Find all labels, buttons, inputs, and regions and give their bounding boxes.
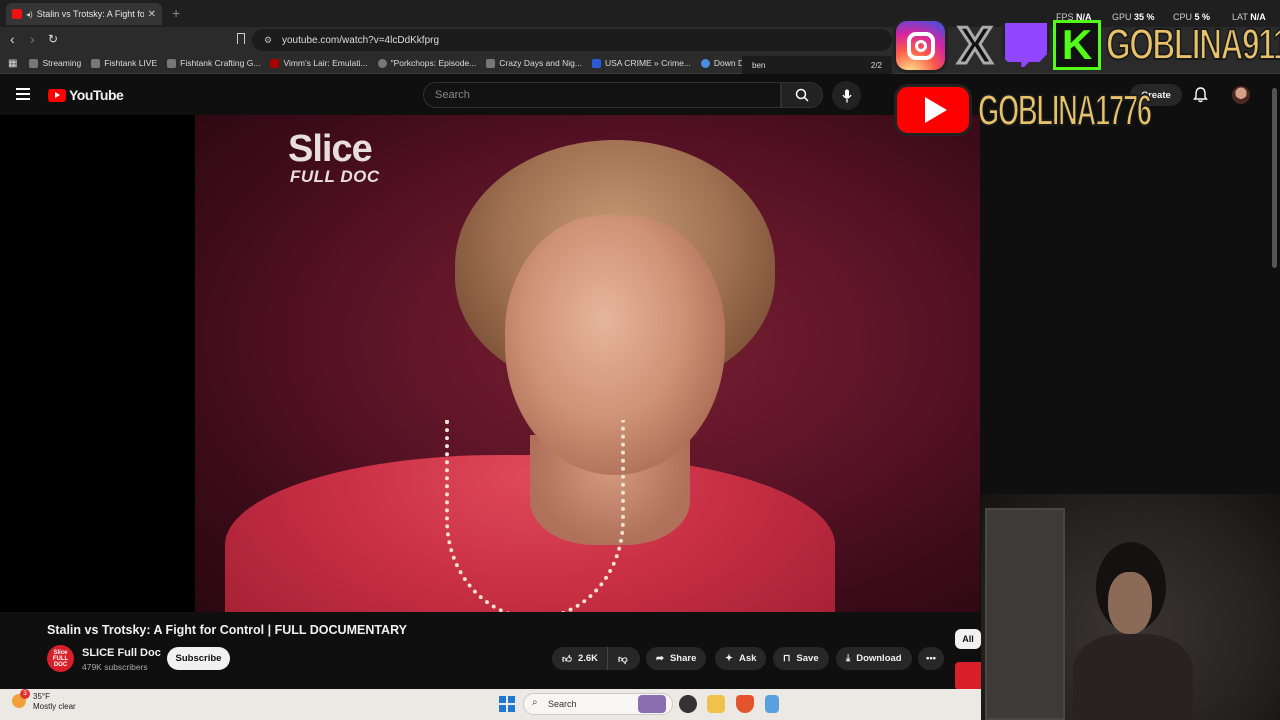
site-icon	[167, 58, 177, 68]
video-title: Stalin vs Trotsky: A Fight for Control |…	[47, 623, 407, 637]
fishtank-icon	[91, 58, 101, 68]
download-icon: ⤓	[846, 653, 851, 664]
close-tab-icon[interactable]: ✕	[148, 9, 156, 20]
microphone-icon	[841, 89, 852, 102]
overlay-handle-top: GOBLINA911	[1105, 19, 1280, 70]
windows-taskbar	[0, 689, 981, 720]
search-icon	[795, 88, 809, 102]
windows-start-icon[interactable]	[499, 696, 515, 712]
youtube-play-icon	[48, 88, 66, 102]
pearl-necklace	[445, 420, 625, 612]
new-tab-icon[interactable]: +	[172, 5, 180, 21]
instagram-icon	[893, 18, 948, 73]
bookmark-item[interactable]: Fishtank Crafting G...	[167, 58, 260, 68]
find-query: ben	[752, 60, 766, 70]
thumbs-up-icon: 👍︎	[562, 653, 572, 665]
voice-search-button[interactable]	[832, 81, 861, 110]
share-arrow-icon: ➦	[656, 653, 664, 664]
site-icon	[591, 58, 601, 68]
streamer-face	[1108, 572, 1152, 634]
taskbar-app-icon[interactable]	[638, 695, 666, 713]
bookmark-item[interactable]: Fishtank LIVE	[91, 58, 157, 68]
find-in-page-bar[interactable]: ben 2/2	[742, 56, 892, 74]
webcam-overlay	[981, 494, 1280, 720]
subscribe-button[interactable]: Subscribe	[167, 647, 230, 670]
bookmark-item[interactable]: Vimm's Lair: Emulati...	[270, 58, 368, 68]
slice-watermark: Slice FULL DOC	[288, 128, 380, 186]
bookmark-item[interactable]: USA CRIME » Crime...	[591, 58, 691, 68]
ask-button[interactable]: ✦ Ask	[715, 647, 767, 670]
weather-badge: 3	[20, 689, 30, 699]
search-icon: ⌕	[532, 697, 538, 708]
site-icon	[377, 58, 387, 68]
sparkle-icon: ✦	[725, 653, 733, 664]
apps-grid-icon[interactable]: ▦	[8, 58, 17, 69]
youtube-large-icon	[894, 84, 972, 136]
site-icon	[270, 58, 280, 68]
channel-name[interactable]: SLICE Full Doc	[82, 647, 161, 659]
kick-icon: K	[1053, 20, 1101, 70]
youtube-favicon-icon	[12, 9, 22, 19]
file-explorer-icon[interactable]	[707, 695, 725, 713]
x-twitter-icon: X	[956, 15, 994, 76]
back-icon[interactable]: ‹	[10, 31, 15, 47]
more-actions-button[interactable]: •••	[918, 647, 944, 670]
bookmark-page-icon[interactable]	[237, 33, 245, 44]
site-info-icon[interactable]: ⚙	[264, 35, 272, 46]
bookmark-icon: ⊓	[783, 653, 791, 664]
search-input[interactable]: Search	[423, 82, 781, 108]
weather-widget[interactable]: 3 35°F Mostly clear	[12, 689, 76, 713]
search-button[interactable]	[781, 82, 823, 108]
tab-title: Stalin vs Trotsky: A Fight for Control	[36, 9, 144, 19]
url-text: youtube.com/watch?v=4lcDdKkfprg	[282, 34, 440, 46]
reload-icon[interactable]: ↻	[48, 32, 58, 46]
scrollbar-thumb[interactable]	[1272, 88, 1277, 268]
find-count: 2/2	[870, 60, 882, 70]
folder-icon	[29, 58, 39, 68]
video-player[interactable]: Slice FULL DOC	[0, 115, 980, 612]
address-bar[interactable]: youtube.com/watch?v=4lcDdKkfprg	[252, 29, 892, 51]
share-button[interactable]: ➦ Share	[646, 647, 707, 670]
more-dots-icon: •••	[926, 653, 936, 664]
channel-avatar[interactable]: Slice FULL DOC	[47, 645, 74, 672]
notifications-bell-icon[interactable]	[1193, 87, 1208, 108]
filter-chip-all[interactable]: All	[955, 629, 981, 649]
webcam-background-door	[985, 508, 1065, 720]
streamer-body	[1073, 634, 1193, 720]
audio-playing-icon[interactable]: ◂)	[26, 10, 33, 19]
taskbar-app-icon[interactable]	[679, 695, 697, 713]
subscriber-count: 479K subscribers	[82, 662, 148, 672]
youtube-logo[interactable]: YouTube	[48, 87, 124, 103]
taskbar-app-icon[interactable]	[765, 695, 779, 713]
download-button[interactable]: ⤓ Download	[836, 647, 912, 670]
browser-tab[interactable]: ◂) Stalin vs Trotsky: A Fight for Contro…	[6, 3, 162, 25]
bookmark-item[interactable]: "Porkchops: Episode...	[377, 58, 476, 68]
overlay-handle-bottom: GOBLINA1776	[977, 85, 1152, 136]
brave-browser-icon[interactable]	[736, 695, 754, 713]
dislike-button[interactable]: 👎︎	[607, 647, 640, 670]
bookmark-item[interactable]: Streaming	[29, 58, 81, 68]
save-button[interactable]: ⊓ Save	[773, 647, 829, 670]
site-icon	[486, 58, 496, 68]
thumbs-down-icon: 👎︎	[618, 653, 628, 665]
bookmark-item[interactable]: Crazy Days and Nig...	[486, 58, 582, 68]
account-avatar[interactable]	[1232, 86, 1250, 104]
recommended-video-thumbnail[interactable]	[955, 662, 981, 690]
like-button[interactable]: 👍︎ 2.6K	[552, 647, 607, 670]
menu-icon[interactable]	[16, 88, 30, 103]
forward-icon[interactable]: ›	[30, 31, 35, 47]
site-icon	[700, 58, 710, 68]
